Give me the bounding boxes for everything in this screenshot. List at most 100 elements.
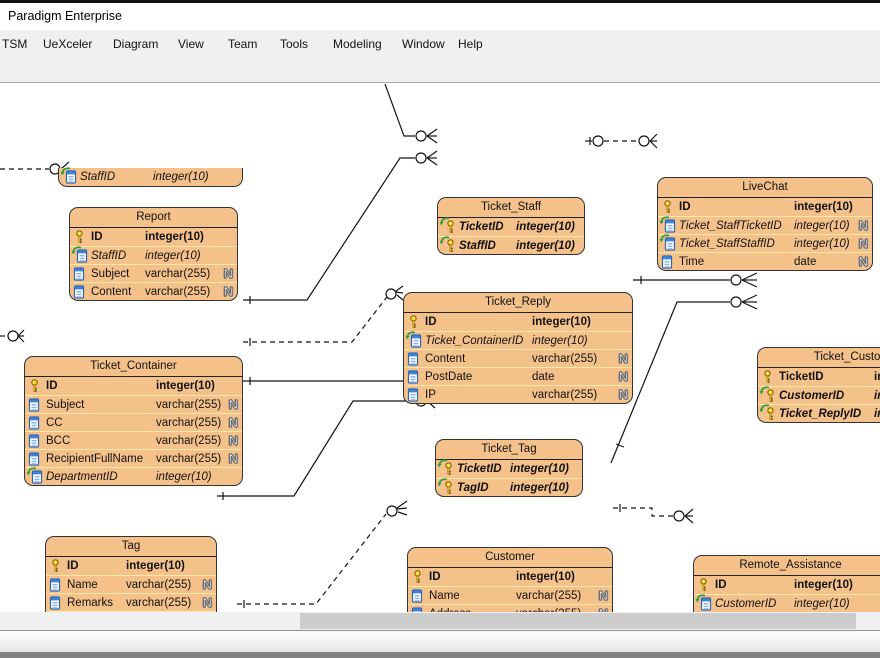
- column-name: ID: [425, 316, 437, 328]
- column-row[interactable]: IDinteger(10): [404, 313, 632, 331]
- relationship-r9[interactable]: [633, 273, 757, 287]
- column-row[interactable]: IDinteger(10): [70, 228, 237, 246]
- column-row[interactable]: Subjectvarchar(255)N: [25, 395, 242, 413]
- column-row[interactable]: IDinteger(10): [25, 377, 242, 395]
- column-row[interactable]: Subjectvarchar(255)N: [70, 264, 237, 282]
- column-row[interactable]: Namevarchar(255)N: [408, 586, 612, 604]
- relationship-r8[interactable]: [217, 394, 435, 500]
- primary-foreign-key-icon: [441, 239, 459, 253]
- entity-table-ticket_reply[interactable]: Ticket_ReplyIDinteger(10)Ticket_Containe…: [403, 292, 633, 404]
- column-row[interactable]: CustomerIDinteger(10): [694, 594, 880, 612]
- column-row[interactable]: IDinteger(10): [694, 576, 880, 594]
- column-name: Content: [91, 286, 131, 298]
- column-row[interactable]: StaffIDinteger(10): [70, 246, 237, 264]
- primary-key-icon: [73, 230, 91, 244]
- entity-table-ticket_container[interactable]: Ticket_ContainerIDinteger(10)Subjectvarc…: [24, 356, 243, 486]
- scrollbar-thumb[interactable]: [300, 613, 856, 629]
- entity-header: Ticket_Customer: [758, 348, 880, 368]
- column-name: CC: [46, 417, 63, 429]
- column-row[interactable]: CCvarchar(255)N: [25, 413, 242, 431]
- column-type: integer(10): [532, 335, 588, 347]
- relationship-r11[interactable]: [613, 504, 693, 523]
- entity-header: Ticket_Reply: [404, 293, 632, 313]
- column-name: TicketID: [457, 463, 502, 475]
- menu-item-team[interactable]: Team: [228, 37, 257, 51]
- column-type: integer(10): [510, 463, 569, 475]
- column-name: Remarks: [67, 597, 113, 609]
- column-row[interactable]: Ticket_ContainerIDinteger(10): [404, 331, 632, 349]
- nullable-icon: N: [224, 266, 233, 281]
- column-row[interactable]: Namevarchar(255)N: [46, 575, 216, 593]
- column-name: ID: [715, 579, 727, 591]
- column-row[interactable]: IDinteger(10): [658, 198, 872, 216]
- relationship-r2[interactable]: [0, 330, 24, 342]
- entity-table-livechat[interactable]: LiveChatIDinteger(10)Ticket_StaffTicketI…: [657, 177, 873, 271]
- column-row[interactable]: Contentvarchar(255)N: [404, 349, 632, 367]
- window-title: Paradigm Enterprise: [8, 9, 122, 23]
- column-row[interactable]: Addressvarchar(255)N: [408, 604, 612, 612]
- column-row[interactable]: DepartmentIDinteger(10): [25, 467, 242, 485]
- column-name: TagID: [457, 482, 489, 494]
- menu-item-tsm[interactable]: TSM: [2, 37, 27, 51]
- relationship-r3[interactable]: [385, 84, 437, 143]
- primary-foreign-key-icon: [761, 389, 779, 403]
- entity-table-ticket_custom[interactable]: Ticket_CustomerTicketIDinteger(10)Custom…: [757, 347, 880, 423]
- entity-table-tag[interactable]: TagIDinteger(10)Namevarchar(255)NRemarks…: [45, 536, 217, 612]
- column-name: ID: [429, 571, 441, 583]
- relationship-r6[interactable]: [243, 286, 403, 346]
- column-icon: [73, 267, 91, 281]
- entity-table-customer[interactable]: CustomerIDinteger(10)Namevarchar(255)NAd…: [407, 547, 613, 612]
- column-row[interactable]: Ticket_StaffStaffIDinteger(10)N: [658, 234, 872, 252]
- column-row[interactable]: BCCvarchar(255)N: [25, 431, 242, 449]
- menu-item-window[interactable]: Window: [402, 37, 445, 51]
- column-row[interactable]: TicketIDinteger(10): [438, 218, 584, 236]
- column-type: varchar(255): [532, 389, 597, 401]
- column-row[interactable]: Contentvarchar(255)N: [70, 282, 237, 300]
- column-name: Name: [429, 590, 460, 602]
- column-row[interactable]: StaffIDinteger(10): [438, 236, 584, 254]
- entity-header: Ticket_Tag: [436, 440, 582, 460]
- nullable-icon: N: [229, 415, 238, 430]
- column-row[interactable]: TicketID integer(10): [436, 460, 582, 478]
- horizontal-scrollbar[interactable]: [0, 612, 880, 630]
- column-row[interactable]: TicketIDinteger(10): [758, 368, 880, 386]
- column-type: integer(10): [794, 201, 853, 213]
- relationship-r12[interactable]: [237, 501, 407, 608]
- nullable-icon: N: [859, 236, 868, 251]
- column-row[interactable]: IDinteger(10): [408, 568, 612, 586]
- column-row[interactable]: Remarksvarchar(255)N: [46, 593, 216, 611]
- menu-item-modeling[interactable]: Modeling: [333, 37, 382, 51]
- primary-key-icon: [28, 379, 46, 393]
- column-row[interactable]: TimedateN: [658, 252, 872, 270]
- column-row[interactable]: CustomerIDinteger(10): [758, 386, 880, 404]
- menu-item-uexceler[interactable]: UeXceler: [43, 37, 92, 51]
- entity-table-remote_assistance[interactable]: Remote_AssistanceIDinteger(10)CustomerID…: [693, 555, 880, 612]
- column-name: Subject: [46, 399, 84, 411]
- relationship-r5[interactable]: [585, 134, 657, 148]
- diagram-canvas[interactable]: StaffIDinteger(10)ReportIDinteger(10)Sta…: [0, 84, 880, 612]
- column-row[interactable]: TagIDinteger(10): [436, 478, 582, 496]
- entity-table-ticket_staff[interactable]: Ticket_StaffTicketIDinteger(10)StaffIDin…: [437, 197, 585, 255]
- menu-item-tools[interactable]: Tools: [280, 37, 308, 51]
- column-row[interactable]: Ticket_StaffTicketIDinteger(10)N: [658, 216, 872, 234]
- column-row[interactable]: Ticket_ReplyIDinteger(10): [758, 404, 880, 422]
- column-row[interactable]: StaffIDinteger(10): [59, 168, 242, 186]
- column-type: integer(10): [156, 471, 212, 483]
- menu-item-help[interactable]: Help: [458, 37, 483, 51]
- column-name: Ticket_ReplyID: [779, 408, 861, 420]
- foreign-key-icon: [28, 470, 46, 484]
- column-icon: [73, 285, 91, 299]
- relationship-r4[interactable]: [243, 151, 437, 304]
- column-row[interactable]: RecipientFullNamevarchar(255)N: [25, 449, 242, 467]
- column-row[interactable]: IDinteger(10): [46, 557, 216, 575]
- entity-table-ticket_tag[interactable]: Ticket_Tag TicketID integer(10) TagIDintege…: [435, 439, 583, 497]
- entity-table-report[interactable]: ReportIDinteger(10)StaffIDinteger(10)Sub…: [69, 207, 238, 301]
- column-row[interactable]: PostDatedateN: [404, 367, 632, 385]
- entity-table-staff[interactable]: StaffIDinteger(10): [58, 168, 243, 187]
- foreign-key-icon: [697, 597, 715, 611]
- column-row[interactable]: IPvarchar(255)N: [404, 385, 632, 403]
- menu-item-diagram[interactable]: Diagram: [113, 37, 158, 51]
- menu-item-view[interactable]: View: [178, 37, 204, 51]
- column-type: integer(10): [794, 598, 850, 610]
- column-type: varchar(255): [516, 590, 581, 602]
